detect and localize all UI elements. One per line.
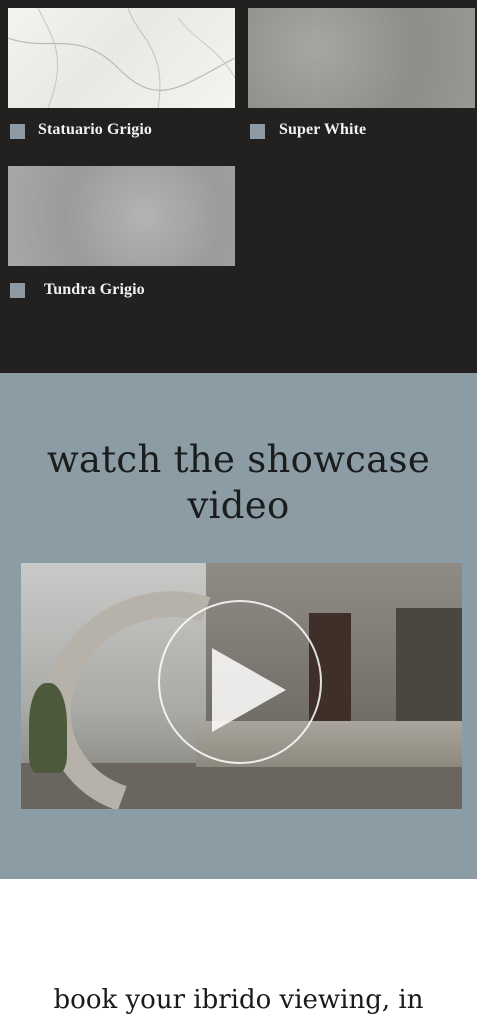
section-heading: watch the showcase video	[0, 437, 477, 529]
heading-line: watch the showcase	[46, 438, 431, 481]
marble-veins	[8, 8, 235, 108]
play-icon[interactable]	[212, 648, 286, 732]
heading-line: video	[187, 484, 290, 527]
select-checkbox[interactable]	[250, 124, 265, 139]
booking-text: book your ibrido viewing, in	[53, 985, 424, 1015]
material-label[interactable]: Super White	[279, 121, 366, 139]
material-swatch-tundra-grigio[interactable]	[8, 166, 235, 266]
video-thumbnail-plant	[29, 683, 67, 773]
material-swatch-super-white[interactable]	[248, 8, 475, 108]
material-swatch-statuario-grigio[interactable]	[8, 8, 235, 108]
material-label[interactable]: Tundra Grigio	[44, 281, 145, 299]
select-checkbox[interactable]	[10, 283, 25, 298]
select-checkbox[interactable]	[10, 124, 25, 139]
material-label[interactable]: Statuario Grigio	[38, 121, 152, 139]
